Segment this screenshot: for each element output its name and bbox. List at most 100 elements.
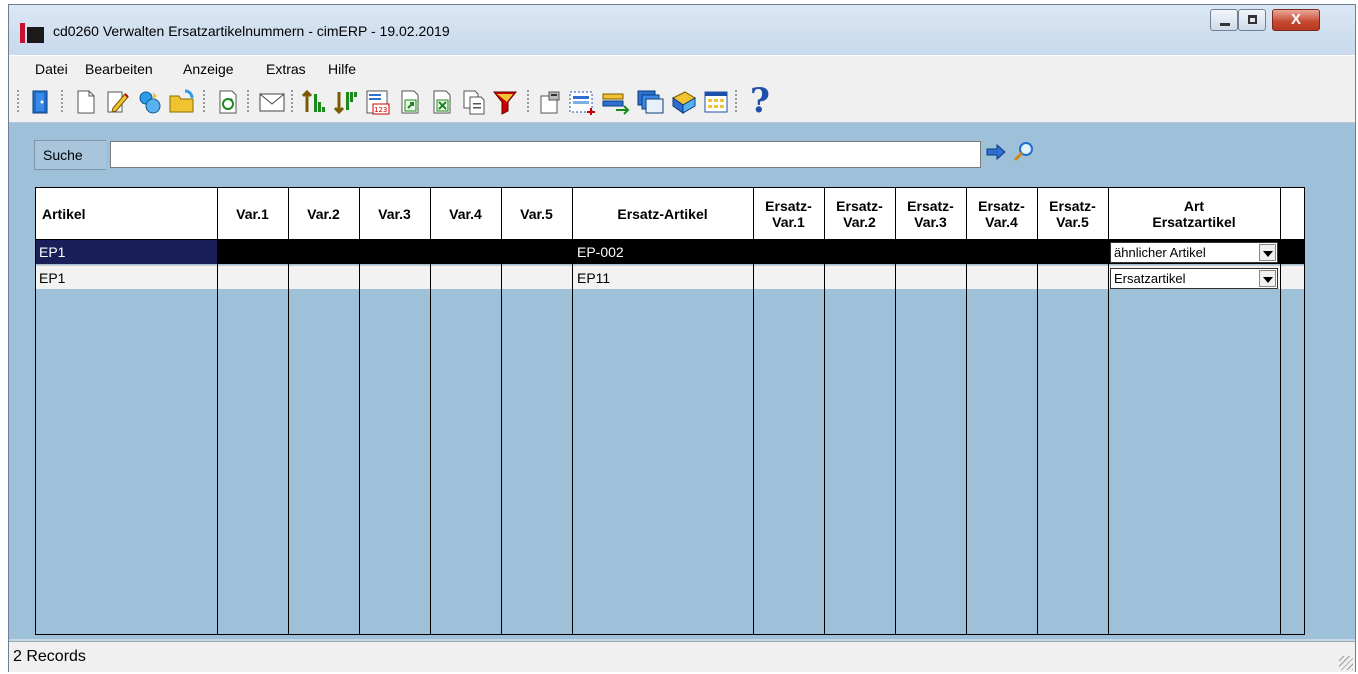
transfer-icon[interactable]	[601, 88, 631, 116]
col-header-label: Var.5	[520, 205, 553, 222]
toolbar-separator	[291, 90, 293, 114]
col-header-label: Ersatz-Artikel	[617, 205, 708, 222]
col-header-var5[interactable]: Var.5	[501, 188, 572, 239]
data-grid: Artikel Var.1 Var.2 Var.3 Var.4 Var.5 Er…	[35, 187, 1305, 635]
arrow-right-icon[interactable]	[985, 142, 1007, 162]
calendar-123-icon[interactable]: 123	[363, 88, 393, 116]
col-header-var2[interactable]: Var.2	[288, 188, 359, 239]
toolbar-separator	[203, 90, 205, 114]
toolbar-separator	[527, 90, 529, 114]
col-header-label: Ersatz-	[1049, 197, 1096, 214]
close-button[interactable]: X	[1272, 9, 1320, 31]
col-header-label: Var.4	[985, 213, 1018, 230]
search-input[interactable]	[110, 141, 981, 168]
col-header-label: Var.2	[843, 213, 876, 230]
col-header-ersatz-var1[interactable]: Ersatz- Var.1	[753, 188, 824, 239]
cell-artikel[interactable]: EP1	[36, 266, 217, 290]
app-logo-icon	[20, 23, 44, 43]
col-header-label: Var.2	[307, 205, 340, 222]
menu-extras[interactable]: Extras	[266, 61, 306, 77]
column-divider	[288, 188, 289, 634]
chevron-down-icon[interactable]	[1259, 244, 1276, 261]
col-header-label: Ersatzartikel	[1152, 213, 1236, 230]
column-divider	[824, 188, 825, 634]
col-header-ersatz-var3[interactable]: Ersatz- Var.3	[895, 188, 966, 239]
col-header-label: Var.5	[1056, 213, 1089, 230]
column-divider	[217, 188, 218, 634]
col-header-art-ersatzartikel[interactable]: Art Ersatzartikel	[1108, 188, 1280, 239]
copy-icon[interactable]	[459, 88, 489, 116]
menu-datei[interactable]: Datei	[35, 61, 68, 77]
grid-icon[interactable]	[701, 88, 731, 116]
column-divider	[501, 188, 502, 634]
help-icon[interactable]: ?	[745, 82, 775, 120]
column-divider	[966, 188, 967, 634]
col-header-label: Art	[1183, 197, 1205, 214]
svg-text:123: 123	[374, 106, 387, 114]
select-value: Ersatzartikel	[1114, 271, 1186, 286]
col-header-ersatz-var4[interactable]: Ersatz- Var.4	[966, 188, 1037, 239]
close-icon: X	[1290, 11, 1301, 28]
toolbar: 123 ?	[9, 82, 1355, 123]
properties-icon[interactable]	[535, 88, 565, 116]
minimize-button[interactable]	[1210, 9, 1238, 31]
sort-descending-icon[interactable]	[331, 88, 361, 116]
cell-ersatz-artikel[interactable]: EP11	[572, 266, 753, 290]
column-divider	[1037, 188, 1038, 634]
table-row[interactable]: EP1 EP11 Ersatzartikel	[36, 265, 1304, 289]
column-divider	[572, 188, 573, 634]
table-row[interactable]: EP1 EP-002 ähnlicher Artikel	[36, 240, 1304, 264]
menu-anzeige[interactable]: Anzeige	[183, 61, 234, 77]
col-header-label: Var.1	[236, 205, 269, 222]
select-value: ähnlicher Artikel	[1114, 245, 1206, 260]
cell-ersatz-artikel[interactable]: EP-002	[572, 240, 753, 264]
col-header-label: Var.1	[772, 213, 805, 230]
art-ersatzartikel-select[interactable]: Ersatzartikel	[1110, 268, 1278, 289]
art-ersatzartikel-select[interactable]: ähnlicher Artikel	[1110, 242, 1278, 263]
window-title: cd0260 Verwalten Ersatzartikelnummern - …	[53, 23, 450, 39]
menu-bearbeiten[interactable]: Bearbeiten	[85, 61, 153, 77]
search-icon[interactable]	[1013, 141, 1035, 163]
export-icon[interactable]	[395, 88, 425, 116]
col-header-label: Ersatz-	[836, 197, 883, 214]
column-divider	[430, 188, 431, 634]
col-header-ersatz-var2[interactable]: Ersatz- Var.2	[824, 188, 895, 239]
col-header-ersatz-artikel[interactable]: Ersatz-Artikel	[572, 188, 753, 239]
grid-header: Artikel Var.1 Var.2 Var.3 Var.4 Var.5 Er…	[36, 188, 1304, 240]
maximize-button[interactable]	[1238, 9, 1266, 31]
copy-record-icon[interactable]	[135, 88, 165, 116]
mail-icon[interactable]	[257, 88, 287, 116]
toolbar-separator	[735, 90, 737, 114]
excel-icon[interactable]	[427, 88, 457, 116]
status-bar: 2 Records	[9, 641, 1355, 672]
col-header-label: Artikel	[42, 205, 86, 222]
chevron-down-icon[interactable]	[1259, 270, 1276, 287]
record-count: 2 Records	[13, 648, 86, 665]
resize-grip-icon[interactable]	[1339, 656, 1353, 670]
column-divider	[1280, 188, 1281, 634]
exit-icon[interactable]	[27, 88, 57, 116]
search-label: Suche	[43, 147, 83, 163]
refresh-icon[interactable]	[213, 88, 243, 116]
col-header-ersatz-var5[interactable]: Ersatz- Var.5	[1037, 188, 1108, 239]
menu-hilfe[interactable]: Hilfe	[328, 61, 356, 77]
column-divider	[753, 188, 754, 634]
minimize-icon	[1220, 23, 1230, 26]
col-header-var4[interactable]: Var.4	[430, 188, 501, 239]
new-doc-icon[interactable]	[71, 88, 101, 116]
col-header-var3[interactable]: Var.3	[359, 188, 430, 239]
sort-ascending-icon[interactable]	[299, 88, 329, 116]
col-header-artikel[interactable]: Artikel	[36, 188, 217, 239]
toolbar-separator	[61, 90, 63, 114]
col-header-label: Ersatz-	[765, 197, 812, 214]
edit-icon[interactable]	[103, 88, 133, 116]
col-header-var1[interactable]: Var.1	[217, 188, 288, 239]
windows-icon[interactable]	[635, 88, 665, 116]
filter-icon[interactable]	[491, 88, 521, 116]
application-window: cd0260 Verwalten Ersatzartikelnummern - …	[8, 4, 1356, 672]
cell-artikel[interactable]: EP1	[36, 240, 217, 264]
calendar-add-icon[interactable]	[567, 88, 597, 116]
column-divider	[895, 188, 896, 634]
open-folder-icon[interactable]	[167, 88, 197, 116]
book-icon[interactable]	[669, 88, 699, 116]
